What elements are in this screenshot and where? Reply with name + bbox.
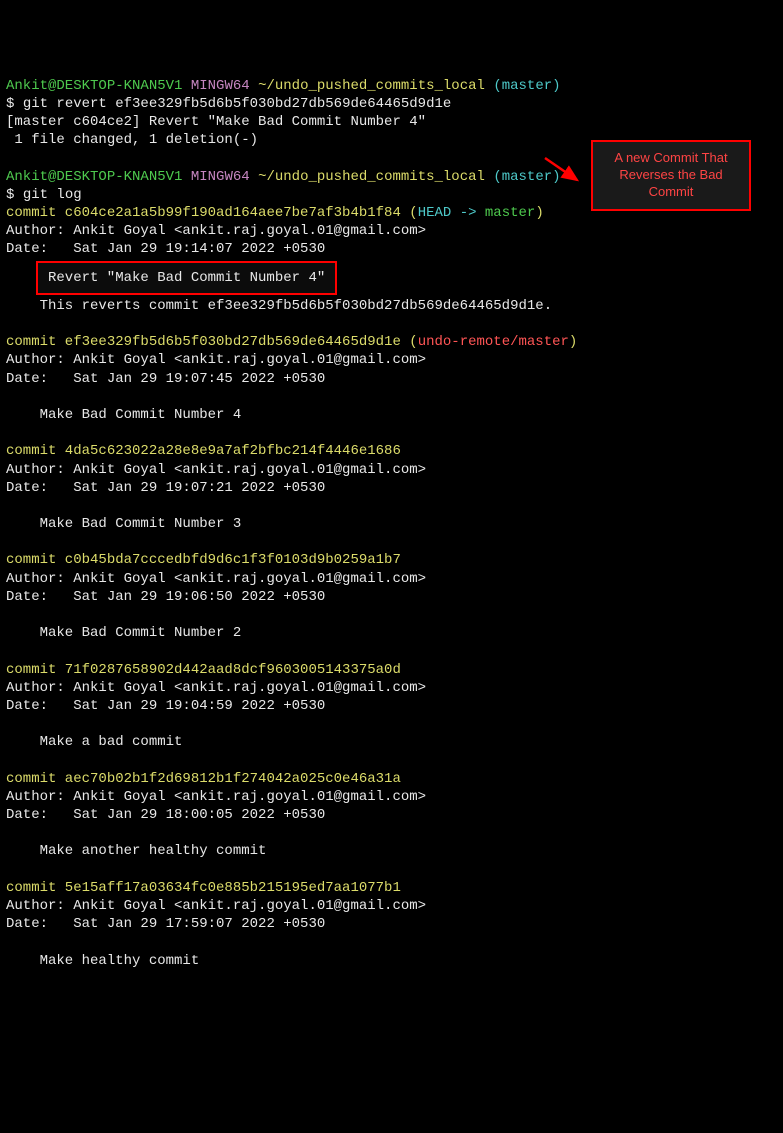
branch-ref: master: [485, 205, 535, 221]
paren: (: [409, 334, 417, 350]
commit-date: Date: Sat Jan 29 19:07:21 2022 +0530: [6, 480, 325, 496]
commit-message: Revert "Make Bad Commit Number 4": [48, 270, 325, 286]
prompt-user: Ankit@DESKTOP-KNAN5V1: [6, 78, 182, 94]
commit-hash: commit 4da5c623022a28e8e9a7af2bfbc214f44…: [6, 443, 401, 459]
prompt-shell: MINGW64: [191, 169, 250, 185]
commit-author: Author: Ankit Goyal <ankit.raj.goyal.01@…: [6, 789, 426, 805]
paren: ): [569, 334, 577, 350]
annotation-arrow-icon: [543, 138, 583, 204]
commit-hash: commit 71f0287658902d442aad8dcf960300514…: [6, 662, 401, 678]
prompt-path: ~/undo_pushed_commits_local: [258, 169, 485, 185]
commit-message: Make Bad Commit Number 2: [6, 625, 241, 641]
annotation-callout: A new Commit That Reverses the Bad Commi…: [591, 140, 751, 211]
remote-ref: undo-remote/master: [418, 334, 569, 350]
paren: (: [409, 205, 417, 221]
head-ref: HEAD ->: [418, 205, 485, 221]
prompt-shell: MINGW64: [191, 78, 250, 94]
commit-hash: commit ef3ee329fb5d6b5f030bd27db569de644…: [6, 334, 401, 350]
commit-note: This reverts commit ef3ee329fb5d6b5f030b…: [6, 298, 552, 314]
commit-date: Date: Sat Jan 29 19:14:07 2022 +0530: [6, 241, 325, 257]
commit-message: Make Bad Commit Number 4: [6, 407, 241, 423]
commit-author: Author: Ankit Goyal <ankit.raj.goyal.01@…: [6, 571, 426, 587]
commit-date: Date: Sat Jan 29 18:00:05 2022 +0530: [6, 807, 325, 823]
commit-message: Make healthy commit: [6, 953, 199, 969]
commit-date: Date: Sat Jan 29 19:06:50 2022 +0530: [6, 589, 325, 605]
command-text: $ git revert ef3ee329fb5d6b5f030bd27db56…: [6, 96, 451, 112]
commit-date: Date: Sat Jan 29 19:04:59 2022 +0530: [6, 698, 325, 714]
prompt-path: ~/undo_pushed_commits_local: [258, 78, 485, 94]
commit-message: Make a bad commit: [6, 734, 182, 750]
command-text: $ git log: [6, 187, 82, 203]
prompt-branch: (master): [493, 78, 560, 94]
commit-message: Make Bad Commit Number 3: [6, 516, 241, 532]
commit-author: Author: Ankit Goyal <ankit.raj.goyal.01@…: [6, 462, 426, 478]
commit-hash: commit aec70b02b1f2d69812b1f274042a025c0…: [6, 771, 401, 787]
output-line: [master c604ce2] Revert "Make Bad Commit…: [6, 114, 426, 130]
commit-author: Author: Ankit Goyal <ankit.raj.goyal.01@…: [6, 680, 426, 696]
commit-message: Make another healthy commit: [6, 843, 266, 859]
commit-date: Date: Sat Jan 29 19:07:45 2022 +0530: [6, 371, 325, 387]
prompt-user: Ankit@DESKTOP-KNAN5V1: [6, 169, 182, 185]
commit-hash: commit c0b45bda7cccedbfd9d6c1f3f0103d9b0…: [6, 552, 401, 568]
revert-message-highlight: Revert "Make Bad Commit Number 4": [36, 261, 337, 295]
output-line: 1 file changed, 1 deletion(-): [6, 132, 258, 148]
commit-hash: commit 5e15aff17a03634fc0e885b215195ed7a…: [6, 880, 401, 896]
commit-date: Date: Sat Jan 29 17:59:07 2022 +0530: [6, 916, 325, 932]
terminal-output[interactable]: Ankit@DESKTOP-KNAN5V1 MINGW64 ~/undo_pus…: [6, 77, 777, 970]
commit-author: Author: Ankit Goyal <ankit.raj.goyal.01@…: [6, 223, 426, 239]
commit-author: Author: Ankit Goyal <ankit.raj.goyal.01@…: [6, 898, 426, 914]
commit-author: Author: Ankit Goyal <ankit.raj.goyal.01@…: [6, 352, 426, 368]
paren: ): [535, 205, 543, 221]
commit-hash: commit c604ce2a1a5b99f190ad164aee7be7af3…: [6, 205, 401, 221]
